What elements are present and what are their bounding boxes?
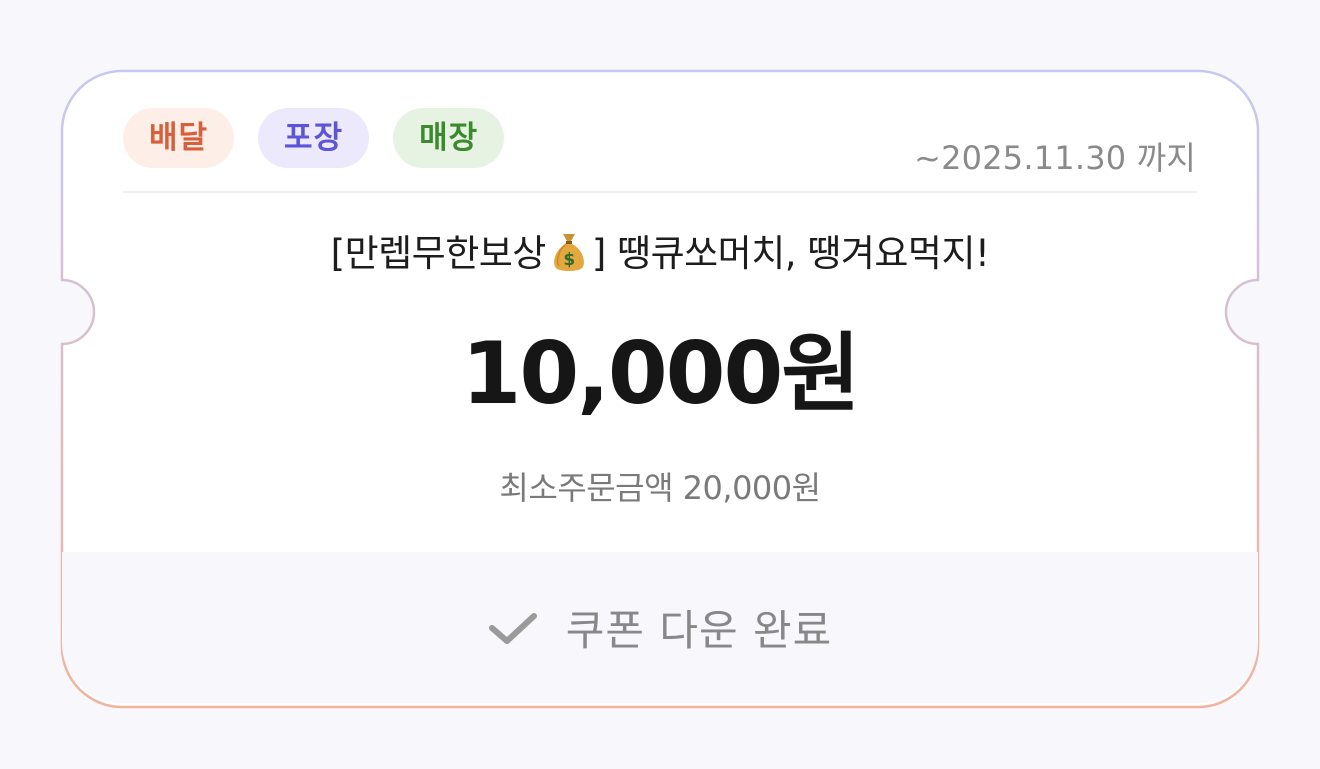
tag-delivery: 배달: [123, 108, 235, 168]
tag-dine-in: 매장: [393, 108, 505, 168]
money-bag-icon: $: [550, 230, 588, 281]
service-tags: 배달 포장 매장: [123, 108, 505, 168]
coupon-title-prefix: [만렙무한보상: [330, 232, 547, 275]
coupon-title-suffix: ] 땡큐쏘머치, 땡겨요먹지!: [591, 232, 990, 275]
coupon-card: 배달 포장 매장 ~2025.11.30 까지 [만렙무한보상 $ ] 땡큐쏘머…: [62, 71, 1258, 707]
divider: [123, 191, 1197, 193]
checkmark-icon: [488, 612, 537, 644]
svg-text:$: $: [563, 250, 574, 270]
coupon-download-status[interactable]: 쿠폰 다운 완료: [62, 552, 1258, 703]
coupon-title: [만렙무한보상 $ ] 땡큐쏘머치, 땡겨요먹지!: [62, 223, 1258, 281]
tag-pickup: 포장: [258, 108, 370, 168]
discount-amount: 10,000원: [461, 324, 861, 424]
coupon-download-label: 쿠폰 다운 완료: [565, 606, 833, 655]
expiry-date: ~2025.11.30 까지: [914, 139, 1196, 177]
coupon-screen: 배달 포장 매장 ~2025.11.30 까지 [만렙무한보상 $ ] 땡큐쏘머…: [0, 0, 1320, 769]
minimum-order: 최소주문금액 20,000원: [499, 469, 821, 507]
